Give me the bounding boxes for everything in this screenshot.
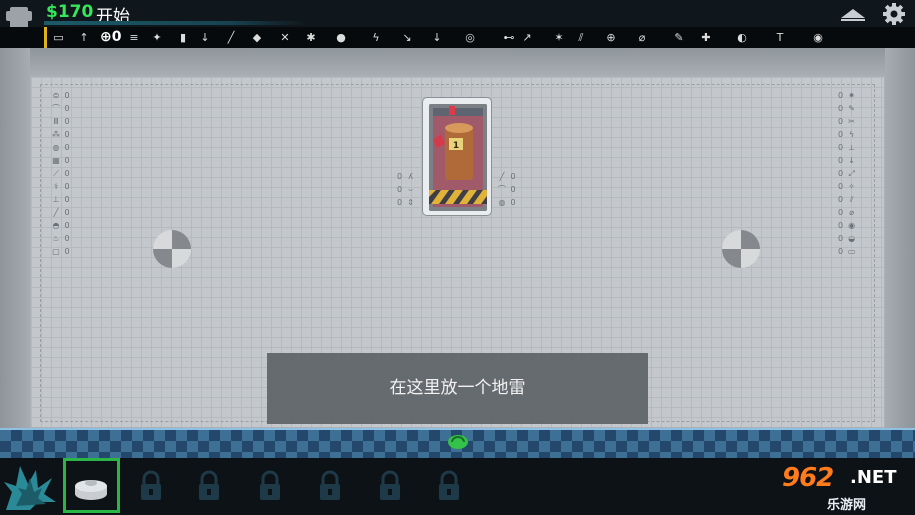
lock-icon[interactable] <box>138 470 164 502</box>
tool-half-icon[interactable]: ◐ <box>733 27 751 48</box>
stat-row: ▢ 0 <box>52 247 70 256</box>
stat-row: 0 ⤢ <box>838 169 855 178</box>
stat-row: ♨ 0 <box>52 234 70 243</box>
tool-star-icon[interactable]: ✱ <box>302 27 320 48</box>
recycle-icon[interactable] <box>447 434 469 450</box>
stat-row: ╱ 0 <box>53 208 70 217</box>
right-stats-column: 0 ✷ 0 ✎ 0 ✂ 0 ϟ 0 ⟂ 0 ↓ 0 ⤢ 0 ✧ 0 ⫽ 0 ⌀ … <box>838 89 858 258</box>
stat-row: ⌒ 0 <box>498 185 516 194</box>
tool-spark-icon[interactable]: ✶ <box>550 27 568 48</box>
card-left-stats: 0 ʎ 0 ⌣ 0 ⇕ <box>397 170 417 209</box>
landmine-slot[interactable] <box>63 458 120 513</box>
tool-slash-icon[interactable]: ╱ <box>222 27 240 48</box>
stat-row: ⊥ 0 <box>52 195 70 204</box>
stat-row: ⚕ 0 <box>53 182 70 191</box>
stat-row: 0 ✎ <box>838 104 855 113</box>
stat-row: 0 ⌣ <box>397 185 414 194</box>
tool-diagonal-icon[interactable]: ↗ <box>518 27 536 48</box>
stat-row: ◓ 0 <box>52 221 70 230</box>
gear-icon[interactable] <box>882 2 906 26</box>
stat-row: ⌒ 0 <box>52 104 70 113</box>
tool-slot-selected[interactable]: ▭ <box>44 27 70 48</box>
tool-wrench-icon[interactable]: ✦ <box>148 27 166 48</box>
level-card[interactable]: 1 <box>422 97 492 216</box>
play-room[interactable]: ⊜ 0 ⌒ 0 Ⅲ 0 ⁂ 0 ◍ 0 ▦ 0 ⟋ 0 ⚕ 0 ⊥ 0 ╱ 0 … <box>0 48 915 458</box>
tool-down-icon[interactable]: ↓ <box>196 27 214 48</box>
stat-row: 0 ϟ <box>838 130 855 139</box>
lock-icon[interactable] <box>436 470 462 502</box>
stat-row: 0 ⌀ <box>838 208 855 217</box>
tool-arrow-down-icon[interactable]: ↓ <box>428 27 446 48</box>
tool-cross-icon[interactable]: ✕ <box>276 27 294 48</box>
target-left-icon <box>153 230 191 268</box>
tool-up-icon[interactable]: ↑ <box>75 27 93 48</box>
tool-target-icon[interactable]: ◎ <box>461 27 479 48</box>
tool-diamond-icon[interactable]: ◆ <box>248 27 266 48</box>
tool-text-icon[interactable]: T <box>771 27 789 48</box>
ceiling <box>0 48 915 76</box>
tool-toolbar: ▭ ↑ ⊕ 0 ≡ ✦ ▮ ↓ ╱ ◆ ✕ ✱ ● ϟ ↘ ↓ ◎ ⊷ ↗ ✶ ⫽… <box>0 27 915 48</box>
lock-icon[interactable] <box>196 470 222 502</box>
lock-icon[interactable] <box>317 470 343 502</box>
stat-row: ◍ 0 <box>498 198 516 207</box>
tool-blade-icon[interactable]: ⫽ <box>572 27 590 48</box>
stat-row: ╱ 0 <box>499 172 516 181</box>
card-preview: 1 <box>429 104 487 211</box>
watermark-number: 962 <box>782 463 834 493</box>
stat-row: Ⅲ 0 <box>53 117 70 126</box>
counter-value: 0 <box>111 29 122 45</box>
explosion-icon[interactable] <box>2 462 58 512</box>
watermark-logo: 962 .NET 乐游网 <box>780 463 910 513</box>
lock-icon[interactable] <box>377 470 403 502</box>
progress-bar <box>44 21 306 25</box>
wood-log-target-icon: 1 <box>429 104 487 211</box>
stat-row: 0 ◒ <box>838 234 856 243</box>
target-right-icon <box>722 230 760 268</box>
card-number: 1 <box>453 141 459 151</box>
left-wall <box>0 48 30 458</box>
stat-row: ◍ 0 <box>52 143 70 152</box>
stat-row: 0 ⫽ <box>838 195 854 204</box>
tool-circle-slash-icon[interactable]: ⌀ <box>633 27 651 48</box>
landmine-icon <box>75 480 107 500</box>
tool-pencil-icon[interactable]: ✎ <box>670 27 688 48</box>
tool-plus-icon[interactable]: ✚ <box>697 27 715 48</box>
tool-block-icon[interactable]: ▮ <box>174 27 192 48</box>
tool-lines-icon[interactable]: ≡ <box>125 27 143 48</box>
tool-stripes-icon[interactable]: ⊕ <box>602 27 620 48</box>
stat-row: 0 ✂ <box>838 117 855 126</box>
right-wall <box>885 48 915 458</box>
left-stats-column: ⊜ 0 ⌒ 0 Ⅲ 0 ⁂ 0 ◍ 0 ▦ 0 ⟋ 0 ⚕ 0 ⊥ 0 ╱ 0 … <box>50 89 70 258</box>
card-right-stats: ╱ 0 ⌒ 0 ◍ 0 <box>496 170 516 209</box>
stat-row: 0 ✷ <box>838 91 855 100</box>
stat-row: ▦ 0 <box>52 156 70 165</box>
stat-row: 0 ▭ <box>838 247 856 256</box>
tool-drop-icon[interactable]: ● <box>332 27 350 48</box>
stat-row: 0 ✧ <box>838 182 855 191</box>
tool-orb-icon[interactable]: ◉ <box>809 27 827 48</box>
stat-row: ⁂ 0 <box>52 130 70 139</box>
top-bar: $170 开始 <box>0 0 915 40</box>
stat-row: 0 ⇕ <box>397 198 414 207</box>
lock-icon[interactable] <box>257 470 283 502</box>
stat-row: 0 ◉ <box>838 221 856 230</box>
collapse-icon[interactable] <box>838 4 868 24</box>
stat-row: 0 ⟂ <box>838 143 855 152</box>
tool-chain-icon[interactable]: ⊷ <box>500 27 518 48</box>
stat-row: ⟋ 0 <box>53 169 70 178</box>
tool-arrow-icon[interactable]: ↘ <box>398 27 416 48</box>
stat-row: 0 ʎ <box>397 172 413 181</box>
watermark-site: 乐游网 <box>827 498 867 513</box>
watermark-net: .NET <box>850 467 897 488</box>
stat-row: ⊜ 0 <box>52 91 70 100</box>
instruction-tooltip: 在这里放一个地雷 <box>267 353 648 424</box>
tool-lightning-icon[interactable]: ϟ <box>367 27 385 48</box>
stat-row: 0 ↓ <box>838 156 855 165</box>
